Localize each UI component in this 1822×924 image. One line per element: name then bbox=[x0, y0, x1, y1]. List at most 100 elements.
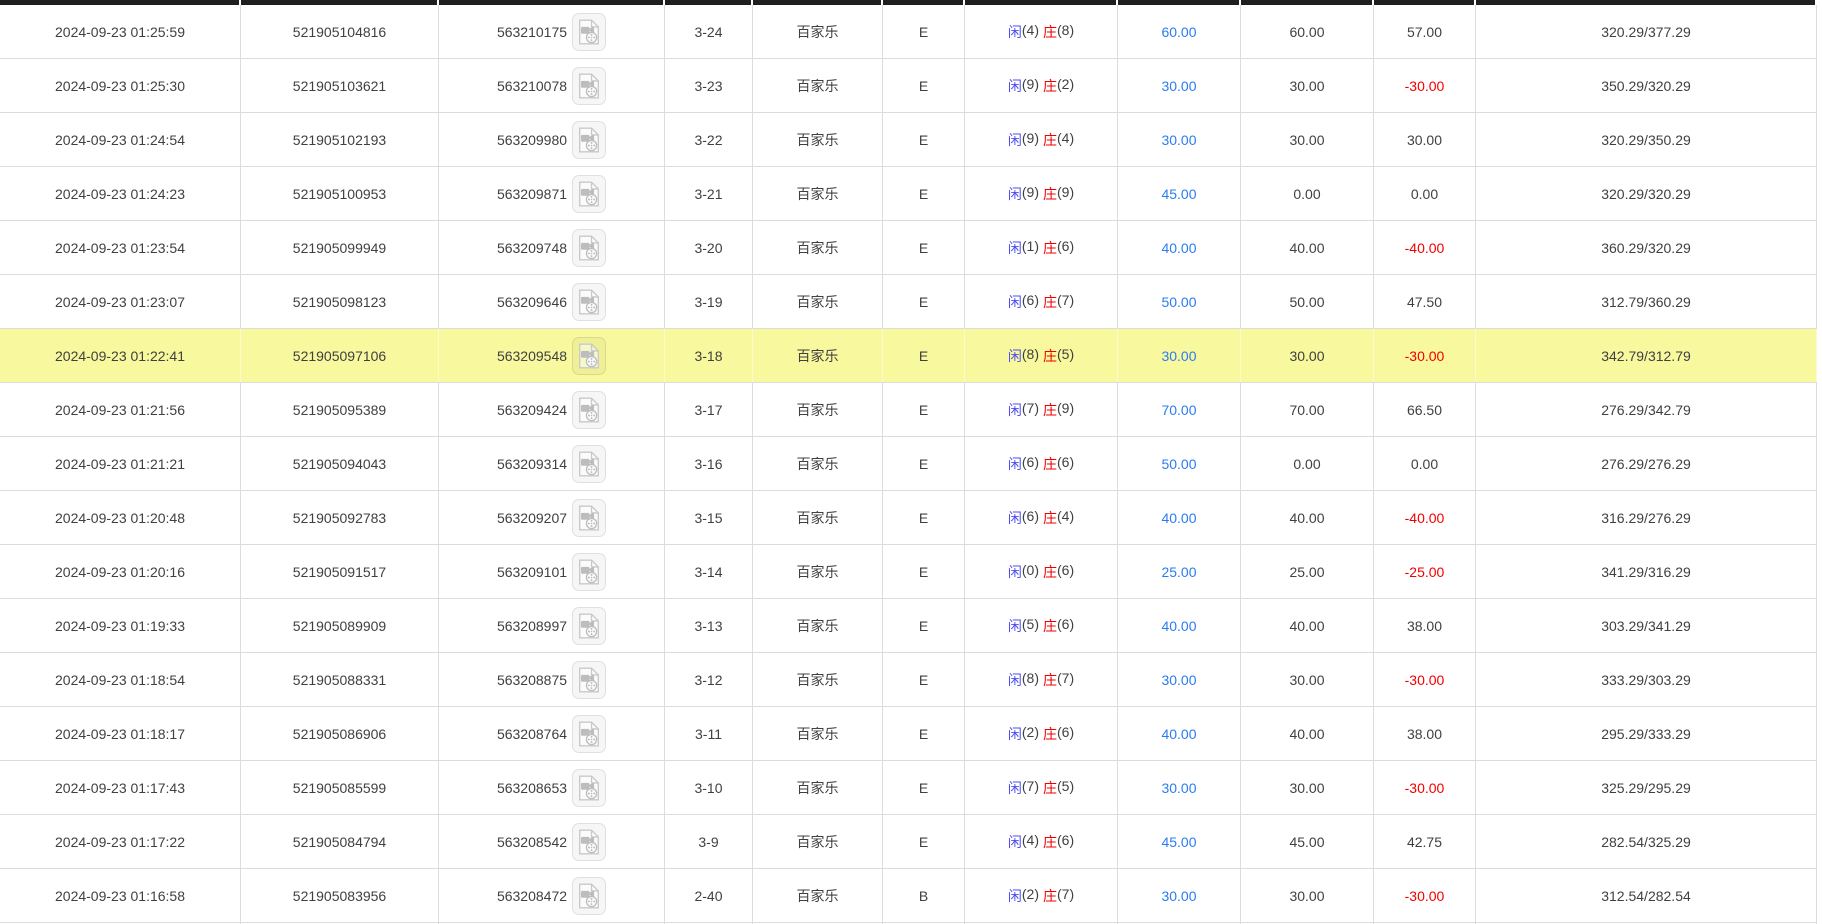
winloss-cell: -30.00 bbox=[1374, 653, 1476, 706]
balance-cell: 342.79/312.79 bbox=[1476, 329, 1817, 382]
game-name-cell: 百家乐 bbox=[753, 437, 883, 490]
winloss-cell: 0.00 bbox=[1374, 167, 1476, 220]
table-row[interactable]: 2024-09-23 01:17:43 521905085599 5632086… bbox=[0, 761, 1817, 815]
table-row[interactable]: 2024-09-23 01:25:59 521905104816 5632101… bbox=[0, 5, 1817, 59]
winloss-cell: -30.00 bbox=[1374, 761, 1476, 814]
video-replay-button[interactable] bbox=[572, 67, 606, 105]
video-replay-button[interactable] bbox=[572, 175, 606, 213]
round-id-value: 563209871 bbox=[497, 186, 567, 202]
table-row[interactable]: 2024-09-23 01:20:16 521905091517 5632091… bbox=[0, 545, 1817, 599]
table-row[interactable]: 2024-09-23 01:23:54 521905099949 5632097… bbox=[0, 221, 1817, 275]
table-round-cell: 3-20 bbox=[665, 221, 753, 274]
video-replay-button[interactable] bbox=[572, 229, 606, 267]
winloss-cell: 38.00 bbox=[1374, 599, 1476, 652]
round-id-cell: 563209646 bbox=[439, 275, 665, 328]
table-row[interactable]: 2024-09-23 01:21:21 521905094043 5632093… bbox=[0, 437, 1817, 491]
video-replay-button[interactable] bbox=[572, 121, 606, 159]
bet-amount-cell: 50.00 bbox=[1118, 437, 1241, 490]
table-row[interactable]: 2024-09-23 01:19:33 521905089909 5632089… bbox=[0, 599, 1817, 653]
player-result: 闲(6) bbox=[1008, 292, 1039, 312]
bet-amount-cell: 45.00 bbox=[1118, 167, 1241, 220]
round-id-value: 563209548 bbox=[497, 348, 567, 364]
valid-bet-cell: 30.00 bbox=[1241, 653, 1374, 706]
result-cell: 闲(6) 庄(4) bbox=[965, 491, 1118, 544]
table-type-cell: E bbox=[883, 653, 965, 706]
valid-bet-cell: 30.00 bbox=[1241, 329, 1374, 382]
table-row[interactable]: 2024-09-23 01:20:48 521905092783 5632092… bbox=[0, 491, 1817, 545]
table-row[interactable]: 2024-09-23 01:23:07 521905098123 5632096… bbox=[0, 275, 1817, 329]
video-replay-button[interactable] bbox=[572, 553, 606, 591]
table-row[interactable]: 2024-09-23 01:25:30 521905103621 5632100… bbox=[0, 59, 1817, 113]
player-result: 闲(6) bbox=[1008, 454, 1039, 474]
table-row[interactable]: 2024-09-23 01:24:54 521905102193 5632099… bbox=[0, 113, 1817, 167]
table-type-cell: E bbox=[883, 383, 965, 436]
video-file-icon bbox=[578, 721, 600, 747]
banker-result: 庄(4) bbox=[1043, 508, 1074, 528]
table-type-cell: E bbox=[883, 491, 965, 544]
banker-result: 庄(6) bbox=[1043, 562, 1074, 582]
round-id-cell: 563210078 bbox=[439, 59, 665, 112]
table-row[interactable]: 2024-09-23 01:24:23 521905100953 5632098… bbox=[0, 167, 1817, 221]
valid-bet-cell: 70.00 bbox=[1241, 383, 1374, 436]
round-id-value: 563210175 bbox=[497, 24, 567, 40]
video-replay-button[interactable] bbox=[572, 661, 606, 699]
result-cell: 闲(2) 庄(6) bbox=[965, 707, 1118, 760]
table-round-cell: 3-15 bbox=[665, 491, 753, 544]
table-row[interactable]: 2024-09-23 01:22:41 521905097106 5632095… bbox=[0, 329, 1817, 383]
table-round-cell: 3-24 bbox=[665, 5, 753, 58]
video-replay-button[interactable] bbox=[572, 391, 606, 429]
video-replay-button[interactable] bbox=[572, 607, 606, 645]
video-replay-button[interactable] bbox=[572, 877, 606, 915]
table-round-cell: 3-14 bbox=[665, 545, 753, 598]
video-replay-button[interactable] bbox=[572, 445, 606, 483]
round-id-cell: 563209871 bbox=[439, 167, 665, 220]
round-id-value: 563209646 bbox=[497, 294, 567, 310]
player-result: 闲(4) bbox=[1008, 22, 1039, 42]
video-file-icon bbox=[578, 613, 600, 639]
round-id-value: 563210078 bbox=[497, 78, 567, 94]
bet-amount-cell: 40.00 bbox=[1118, 491, 1241, 544]
table-type-cell: E bbox=[883, 815, 965, 868]
bet-id-cell: 521905091517 bbox=[241, 545, 439, 598]
table-row[interactable]: 2024-09-23 01:17:22 521905084794 5632085… bbox=[0, 815, 1817, 869]
video-replay-button[interactable] bbox=[572, 769, 606, 807]
table-row[interactable]: 2024-09-23 01:18:54 521905088331 5632088… bbox=[0, 653, 1817, 707]
table-round-cell: 3-19 bbox=[665, 275, 753, 328]
bet-time-cell: 2024-09-23 01:19:33 bbox=[0, 599, 241, 652]
result-cell: 闲(4) 庄(6) bbox=[965, 815, 1118, 868]
result-cell: 闲(7) 庄(9) bbox=[965, 383, 1118, 436]
valid-bet-cell: 40.00 bbox=[1241, 599, 1374, 652]
table-round-cell: 3-17 bbox=[665, 383, 753, 436]
bet-amount-cell: 30.00 bbox=[1118, 761, 1241, 814]
valid-bet-cell: 30.00 bbox=[1241, 59, 1374, 112]
game-name-cell: 百家乐 bbox=[753, 275, 883, 328]
video-replay-button[interactable] bbox=[572, 823, 606, 861]
bet-amount-cell: 30.00 bbox=[1118, 653, 1241, 706]
video-replay-button[interactable] bbox=[572, 283, 606, 321]
banker-result: 庄(7) bbox=[1043, 886, 1074, 906]
bet-id-cell: 521905102193 bbox=[241, 113, 439, 166]
winloss-cell: -30.00 bbox=[1374, 59, 1476, 112]
table-row[interactable]: 2024-09-23 01:16:58 521905083956 5632084… bbox=[0, 869, 1817, 923]
balance-cell: 303.29/341.29 bbox=[1476, 599, 1817, 652]
bet-time-cell: 2024-09-23 01:17:22 bbox=[0, 815, 241, 868]
table-row[interactable]: 2024-09-23 01:18:17 521905086906 5632087… bbox=[0, 707, 1817, 761]
round-id-cell: 563209748 bbox=[439, 221, 665, 274]
video-file-icon bbox=[578, 775, 600, 801]
video-replay-button[interactable] bbox=[572, 13, 606, 51]
player-result: 闲(7) bbox=[1008, 778, 1039, 798]
valid-bet-cell: 0.00 bbox=[1241, 437, 1374, 490]
table-round-cell: 3-21 bbox=[665, 167, 753, 220]
table-type-cell: E bbox=[883, 545, 965, 598]
table-type-cell: E bbox=[883, 5, 965, 58]
bet-id-cell: 521905103621 bbox=[241, 59, 439, 112]
result-cell: 闲(9) 庄(2) bbox=[965, 59, 1118, 112]
video-replay-button[interactable] bbox=[572, 715, 606, 753]
video-replay-button[interactable] bbox=[572, 499, 606, 537]
video-replay-button[interactable] bbox=[572, 337, 606, 375]
balance-cell: 341.29/316.29 bbox=[1476, 545, 1817, 598]
valid-bet-cell: 30.00 bbox=[1241, 869, 1374, 922]
table-row[interactable]: 2024-09-23 01:21:56 521905095389 5632094… bbox=[0, 383, 1817, 437]
round-id-cell: 563208472 bbox=[439, 869, 665, 922]
balance-cell: 333.29/303.29 bbox=[1476, 653, 1817, 706]
